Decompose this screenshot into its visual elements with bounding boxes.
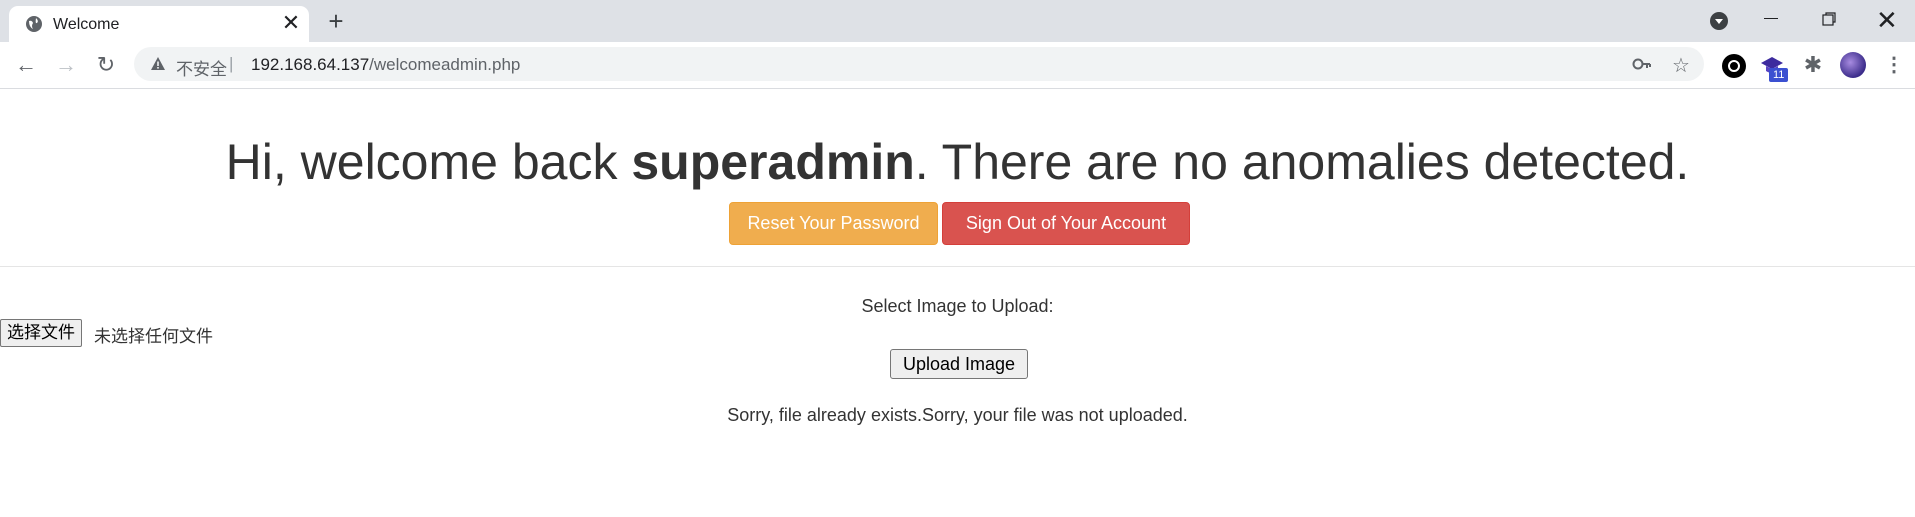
url-separator: | bbox=[229, 54, 234, 73]
tab-strip: Welcome ✕ + ✕ bbox=[0, 0, 1915, 42]
back-icon[interactable]: ← bbox=[12, 51, 40, 79]
upload-result-message: Sorry, file already exists.Sorry, your f… bbox=[727, 405, 1188, 425]
welcome-heading: Hi, welcome back superadmin. There are n… bbox=[0, 133, 1915, 191]
bookmark-star-icon[interactable]: ☆ bbox=[1672, 53, 1690, 78]
url-host: 192.168.64.137 bbox=[251, 55, 370, 74]
heading-suffix: . There are no anomalies detected. bbox=[914, 134, 1690, 190]
key-icon[interactable] bbox=[1632, 56, 1652, 72]
page-content: Hi, welcome back superadmin. There are n… bbox=[0, 89, 1915, 517]
url-text[interactable]: 192.168.64.137/welcomeadmin.php bbox=[251, 55, 520, 75]
url-path: /welcomeadmin.php bbox=[369, 55, 521, 74]
extension-badge: 11 bbox=[1769, 68, 1789, 82]
address-bar[interactable]: 不安全 | 192.168.64.137/welcomeadmin.php ☆ bbox=[134, 47, 1704, 81]
security-label[interactable]: 不安全 bbox=[176, 55, 227, 80]
extensions-puzzle-icon[interactable]: ✱ bbox=[1801, 52, 1825, 77]
reset-password-button[interactable]: Reset Your Password bbox=[729, 202, 938, 245]
upload-image-button[interactable]: Upload Image bbox=[890, 349, 1028, 379]
sign-out-button[interactable]: Sign Out of Your Account bbox=[942, 202, 1190, 245]
tab-welcome[interactable]: Welcome ✕ bbox=[9, 6, 309, 42]
profile-avatar[interactable] bbox=[1840, 52, 1866, 78]
extension-circle-icon[interactable] bbox=[1722, 54, 1746, 78]
restore-icon[interactable] bbox=[1822, 12, 1836, 26]
close-window-icon[interactable]: ✕ bbox=[1876, 5, 1898, 36]
globe-icon bbox=[26, 16, 42, 32]
heading-prefix: Hi, welcome back bbox=[225, 134, 632, 190]
forward-icon[interactable]: → bbox=[52, 51, 80, 79]
minimize-icon[interactable] bbox=[1764, 18, 1778, 19]
close-tab-icon[interactable]: ✕ bbox=[279, 12, 303, 36]
tab-search-icon[interactable] bbox=[1710, 12, 1728, 30]
upload-label: Select Image to Upload: bbox=[861, 296, 1054, 316]
username: superadmin bbox=[631, 134, 915, 190]
divider bbox=[0, 266, 1915, 267]
browser-toolbar: ← → ↻ 不安全 | 192.168.64.137/welcomeadmin.… bbox=[0, 42, 1915, 89]
browser-menu-icon[interactable]: ⋮ bbox=[1884, 52, 1908, 76]
tab-title: Welcome bbox=[53, 16, 120, 33]
file-status: 未选择任何文件 bbox=[94, 327, 213, 346]
reload-icon[interactable]: ↻ bbox=[92, 51, 120, 79]
warning-icon[interactable] bbox=[150, 56, 166, 72]
choose-file-button[interactable]: 选择文件 bbox=[0, 319, 82, 347]
new-tab-button[interactable]: + bbox=[323, 8, 349, 35]
